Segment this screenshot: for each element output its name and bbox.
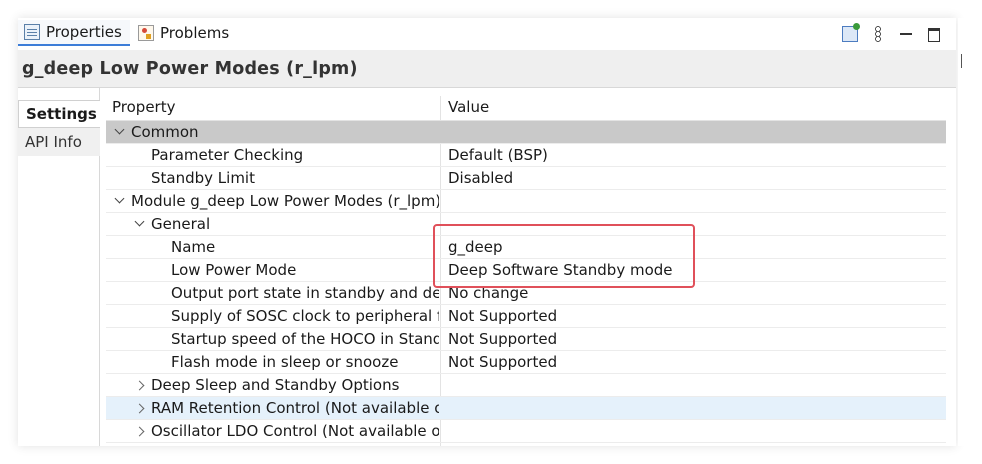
row-name: Module g_deep Low Power Modes (r_lpm) [131,192,439,210]
row-name: Startup speed of the HOCO in Standb [171,330,439,348]
row-name: Low Power Mode [171,261,297,279]
row-name: Oscillator LDO Control (Not available on [151,422,439,440]
row-value[interactable]: Not Supported [448,353,557,371]
properties-icon [24,24,40,40]
chevron-right-icon[interactable] [134,380,145,391]
row-name: General [151,215,211,233]
table-row-module[interactable]: Module g_deep Low Power Modes (r_lpm) [106,190,946,213]
table-row[interactable]: Parameter Checking Default (BSP) [106,144,946,167]
row-name: RAM Retention Control (Not available o [151,399,439,417]
table-row[interactable]: Standby Limit Disabled [106,167,946,190]
table-header: Property Value [106,96,946,446]
view-toolbar [842,23,942,44]
table-row[interactable]: Supply of SOSC clock to peripheral fu No… [106,305,946,328]
table-row-general[interactable]: General [106,213,946,236]
view-menu-icon[interactable] [870,26,886,42]
row-value[interactable]: Not Supported [448,330,557,348]
table-row[interactable]: Deep Sleep and Standby Options [106,374,946,397]
table-row-selected[interactable]: RAM Retention Control (Not available o [106,397,946,420]
row-name: Common [131,123,199,141]
properties-view: Properties Problems g_deep Low Power Mod… [18,18,956,446]
table-row[interactable]: Flash mode in sleep or snooze Not Suppor… [106,351,946,374]
column-header-value[interactable]: Value [448,98,489,116]
maximize-icon[interactable] [926,26,942,42]
row-name: Output port state in standby and dee [171,284,439,302]
property-table: Property Value Common Parameter Checking… [106,96,946,446]
row-name: Supply of SOSC clock to peripheral fu [171,307,439,325]
tab-properties[interactable]: Properties [18,20,130,46]
adjacent-panel-edge [958,18,982,446]
side-tab-api-info[interactable]: API Info [18,128,100,156]
row-value[interactable]: Disabled [448,169,513,187]
chevron-down-icon[interactable] [134,216,145,227]
chevron-down-icon[interactable] [114,193,125,204]
row-name: Flash mode in sleep or snooze [171,353,399,371]
row-value[interactable]: Deep Software Standby mode [448,261,673,279]
row-value[interactable]: g_deep [448,238,503,256]
minimize-icon[interactable] [898,26,914,42]
chevron-right-icon[interactable] [134,403,145,414]
view-tab-bar: Properties Problems [18,18,956,48]
page-title: g_deep Low Power Modes (r_lpm) [22,58,358,79]
row-name: Name [171,238,216,256]
table-row[interactable]: Oscillator LDO Control (Not available on [106,420,946,443]
chevron-down-icon[interactable] [114,124,125,135]
column-header-property[interactable]: Property [112,98,175,116]
row-name: Deep Sleep and Standby Options [151,376,400,394]
tab-properties-label: Properties [46,23,122,41]
side-tab-settings[interactable]: Settings [18,100,100,128]
row-value[interactable]: No change [448,284,528,302]
problems-icon [138,25,154,41]
page-title-bar: g_deep Low Power Modes (r_lpm) [18,50,956,88]
tab-problems-label: Problems [160,24,230,42]
row-name: Parameter Checking [151,146,304,164]
chevron-right-icon[interactable] [134,426,145,437]
table-row[interactable]: Startup speed of the HOCO in Standb Not … [106,328,946,351]
side-tab-strip: Settings API Info [18,88,100,446]
pin-icon[interactable] [842,23,860,42]
table-row[interactable]: Low Power Mode Deep Software Standby mod… [106,259,946,282]
table-row-common[interactable]: Common [106,121,946,144]
table-row[interactable]: Name g_deep [106,236,946,259]
table-row[interactable]: Output port state in standby and dee No … [106,282,946,305]
tab-problems[interactable]: Problems [132,20,232,46]
row-name: Standby Limit [151,169,255,187]
row-value[interactable]: Not Supported [448,307,557,325]
row-value[interactable]: Default (BSP) [448,146,548,164]
